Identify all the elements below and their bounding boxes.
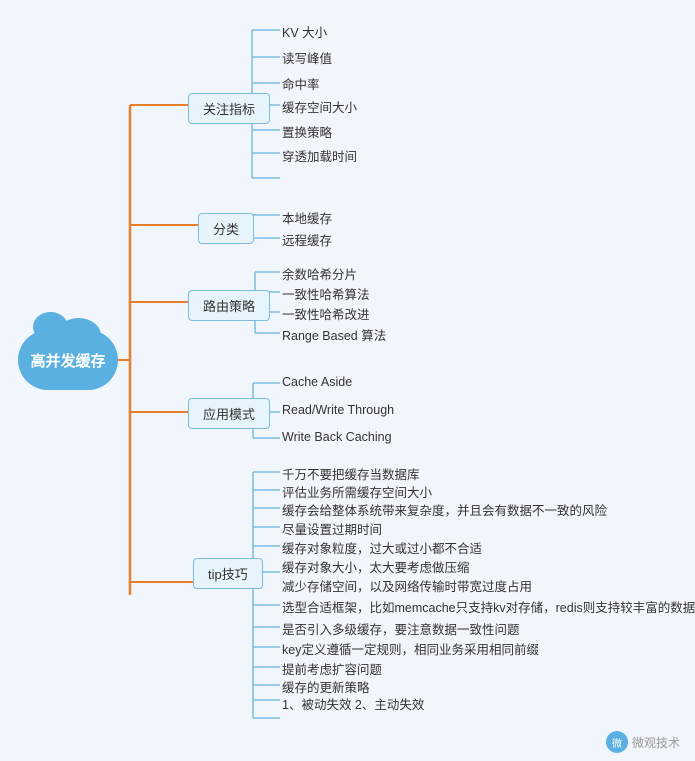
- leaf-tip-8: 是否引入多级缓存，要注意数据一致性问题: [282, 618, 520, 639]
- leaf-guanzhi-1: KV 大小: [282, 21, 327, 42]
- leaf-guanzhi-6: 穿透加载时间: [282, 145, 357, 166]
- cat-yingyong: 应用模式: [188, 398, 270, 429]
- leaf-luyou-4: Range Based 算法: [282, 324, 386, 345]
- leaf-guanzhi-2: 读写峰值: [282, 47, 332, 68]
- diagram-container: 高并发缓存 关注指标 KV 大小 读写峰值 命中率 缓存空间大小 置换策略 穿透…: [0, 0, 695, 761]
- leaf-yingyong-2: Read/Write Through: [282, 402, 394, 418]
- cat-tip: tip技巧: [193, 558, 263, 589]
- leaf-tip-5: 缓存对象粒度，过大或过小都不合适: [282, 537, 482, 558]
- leaf-fenlei-2: 远程缓存: [282, 229, 332, 250]
- cat-fenlei: 分类: [198, 213, 254, 244]
- leaf-guanzhi-5: 置换策略: [282, 121, 332, 142]
- leaf-luyou-3: 一致性哈希改进: [282, 303, 370, 324]
- leaf-yingyong-1: Cache Aside: [282, 374, 352, 390]
- cat-luyou: 路由策略: [188, 290, 270, 321]
- leaf-guanzhi-3: 命中率: [282, 73, 320, 94]
- leaf-luyou-2: 一致性哈希算法: [282, 283, 370, 304]
- leaf-yingyong-3: Write Back Caching: [282, 429, 392, 445]
- logo: 微 微观技术: [606, 731, 680, 753]
- leaf-luyou-1: 余数哈希分片: [282, 263, 357, 284]
- root-node: 高并发缓存: [18, 330, 118, 390]
- leaf-fenlei-1: 本地缓存: [282, 207, 332, 228]
- leaf-guanzhi-4: 缓存空间大小: [282, 96, 357, 117]
- logo-icon: 微: [606, 731, 628, 753]
- leaf-tip-12: 1、被动失效 2、主动失效: [282, 693, 424, 714]
- leaf-tip-7: 选型合适框架，比如memcache只支持kv对存储，redis则支持较丰富的数据…: [282, 596, 695, 617]
- leaf-tip-6: 缓存对象大小，太大要考虑做压缩减少存储空间，以及网络传输时带宽过度占用: [282, 558, 532, 598]
- leaf-tip-9: key定义遵循一定规则，相同业务采用相同前缀: [282, 638, 539, 659]
- cat-guanzhi: 关注指标: [188, 93, 270, 124]
- leaf-tip-4: 尽量设置过期时间: [282, 518, 382, 539]
- leaf-tip-3: 缓存会给整体系统带来复杂度，并且会有数据不一致的风险: [282, 499, 607, 520]
